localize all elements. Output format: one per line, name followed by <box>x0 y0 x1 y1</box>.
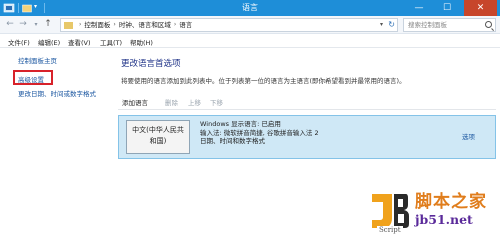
sidebar-item-advanced-settings[interactable]: 高级设置 <box>18 74 44 84</box>
maximize-button[interactable]: ☐ <box>435 0 459 16</box>
menu-edit[interactable]: 编辑(E) <box>38 37 60 47</box>
recent-locations-button[interactable]: ▾ <box>30 18 42 31</box>
address-field[interactable]: › 控制面板 › 时钟、语言和区域 › 语言 ▾ ↻ <box>60 18 398 32</box>
language-name-line2: 和国) <box>149 137 167 145</box>
breadcrumb-control-panel[interactable]: 控制面板 <box>84 19 110 31</box>
move-up-button[interactable]: 上移 <box>188 97 201 107</box>
back-button[interactable]: ← <box>4 18 16 31</box>
refresh-icon[interactable]: ↻ <box>388 19 395 31</box>
menu-bar: 文件(F) 编辑(E) 查看(V) 工具(T) 帮助(H) <box>0 35 500 48</box>
address-dropdown-icon[interactable]: ▾ <box>380 19 383 31</box>
chevron-right-icon[interactable]: › <box>110 19 118 31</box>
search-icon[interactable] <box>485 21 492 28</box>
page-description: 将要使用的语言添加到此列表中。位于列表第一位的语言为主语言(即你希望看到并最常用… <box>121 77 406 85</box>
language-details: Windows 显示语言: 已启用 输入法: 微软拼音简捷, 谷歌拼音输入法 2… <box>200 120 319 146</box>
menu-view[interactable]: 查看(V) <box>68 37 91 47</box>
add-language-button[interactable]: 添加语言 <box>122 97 148 107</box>
control-panel-icon <box>64 22 73 29</box>
breadcrumb-language[interactable]: 语言 <box>179 19 192 31</box>
divider <box>118 109 496 110</box>
move-down-button[interactable]: 下移 <box>210 97 223 107</box>
search-input[interactable]: 搜索控制面板 <box>403 18 496 32</box>
input-methods: 输入法: 微软拼音简捷, 谷歌拼音输入法 2 <box>200 128 319 137</box>
page-title: 更改语言首选项 <box>121 59 181 69</box>
chevron-right-icon[interactable]: › <box>171 19 179 31</box>
title-bar: ▾ 语言 — ☐ ✕ <box>0 0 500 16</box>
options-link[interactable]: 选项 <box>462 131 475 141</box>
sidebar: 控制面板主页 高级设置 更改日期、时间或数字格式 <box>0 48 112 242</box>
chevron-right-icon[interactable]: › <box>76 19 84 31</box>
menu-tools[interactable]: 工具(T) <box>100 37 122 47</box>
menu-help[interactable]: 帮助(H) <box>130 37 153 47</box>
sidebar-item-date-time-format[interactable]: 更改日期、时间或数字格式 <box>18 88 96 98</box>
menu-file[interactable]: 文件(F) <box>8 37 30 47</box>
watermark-title: 脚本之家 <box>415 192 487 212</box>
watermark-script: Script <box>377 226 403 234</box>
date-time-format-line: 日期、时间和数字格式 <box>200 137 265 145</box>
search-placeholder: 搜索控制面板 <box>408 21 447 29</box>
watermark: Script 脚本之家 jb51.net <box>365 184 500 242</box>
address-toolbar: ← → ▾ ↑ › 控制面板 › 时钟、语言和区域 › 语言 ▾ ↻ 搜索控制面板 <box>0 16 500 34</box>
minimize-button[interactable]: — <box>407 0 431 16</box>
display-language-status: Windows 显示语言: 已启用 <box>200 120 281 128</box>
remove-button[interactable]: 删除 <box>165 97 178 107</box>
language-name-line1: 中文(中华人民共 <box>132 126 184 134</box>
breadcrumb-clock-language-region[interactable]: 时钟、语言和区域 <box>119 19 171 31</box>
forward-button[interactable]: → <box>17 18 29 31</box>
language-row[interactable]: 中文(中华人民共 和国) Windows 显示语言: 已启用 输入法: 微软拼音… <box>118 115 496 159</box>
close-button[interactable]: ✕ <box>464 0 497 16</box>
language-tile[interactable]: 中文(中华人民共 和国) <box>126 120 190 154</box>
sidebar-item-control-panel-home[interactable]: 控制面板主页 <box>18 55 57 65</box>
watermark-url: jb51.net <box>415 212 473 227</box>
up-button[interactable]: ↑ <box>42 18 54 31</box>
